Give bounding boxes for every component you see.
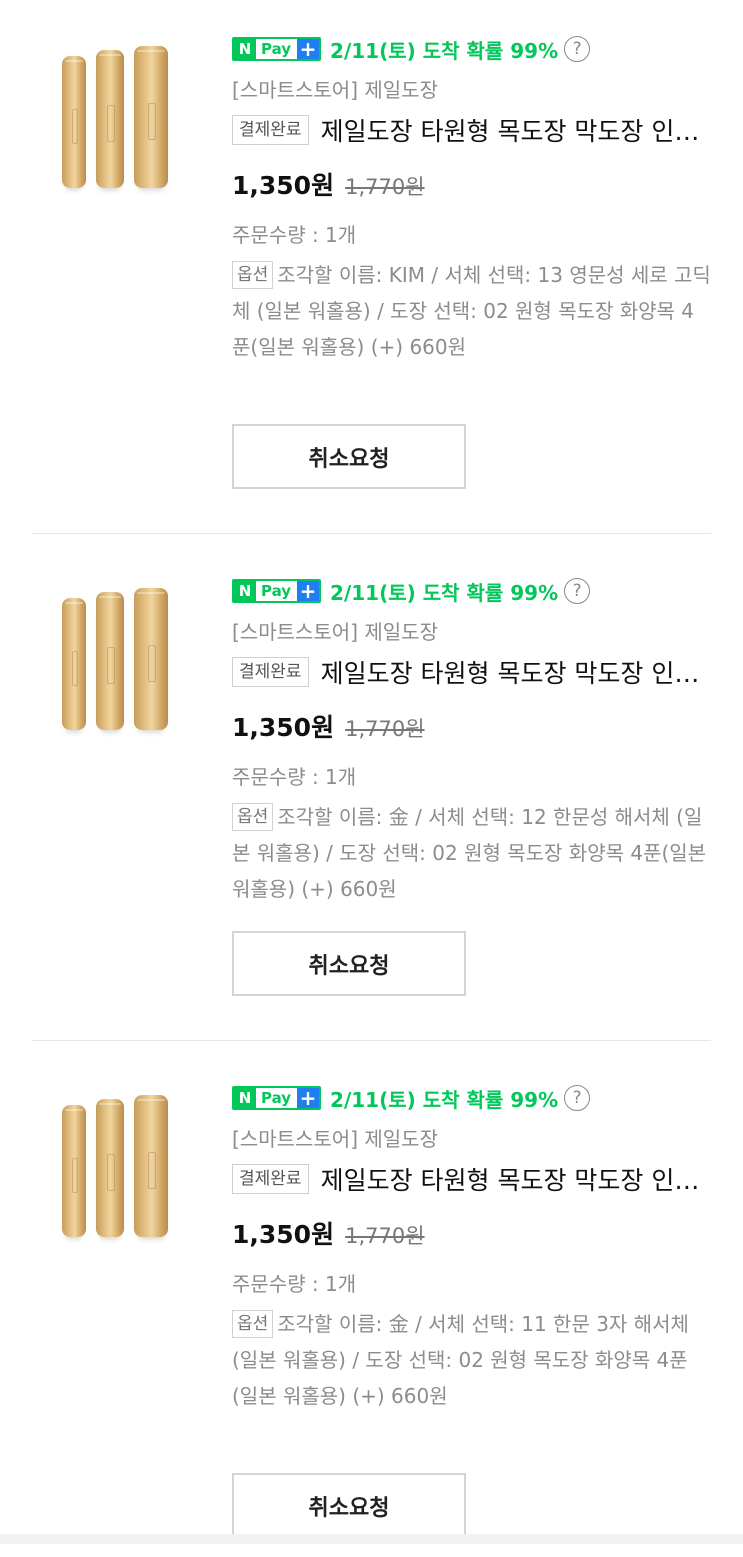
question-circle-icon[interactable]: ? <box>564 36 591 62</box>
product-thumbnail[interactable] <box>58 572 180 742</box>
status-badge: 결제완료 <box>232 657 309 687</box>
cancel-request-button[interactable]: 취소요청 <box>232 424 466 489</box>
option-text: 조각할 이름: 金 / 서체 선택: 12 한문성 해서체 (일본 워홀용) /… <box>232 805 707 901</box>
stamp-image-small <box>62 1105 86 1237</box>
question-circle-icon[interactable]: ? <box>564 578 591 604</box>
price-row: 1,350원 1,770원 <box>232 166 425 202</box>
sale-price: 1,350원 <box>232 1220 335 1249</box>
original-price: 1,770원 <box>345 1224 425 1248</box>
npay-plus-icon: + <box>297 39 320 59</box>
original-price: 1,770원 <box>345 717 425 741</box>
question-circle-icon[interactable]: ? <box>564 1085 591 1111</box>
npay-pay-label: Pay <box>261 1089 292 1107</box>
product-thumbnail[interactable] <box>58 30 180 200</box>
stamp-image-large <box>134 1095 168 1237</box>
status-badge: 결제완료 <box>232 1164 309 1194</box>
product-title[interactable]: 제일도장 타원형 목도장 막도장 인감도장 <box>321 654 712 690</box>
delivery-estimate: 2/11(토) 도착 확률 99% <box>330 580 559 605</box>
store-name[interactable]: [스마트스토어] 제일도장 <box>232 1123 438 1152</box>
price-row: 1,350원 1,770원 <box>232 1215 425 1251</box>
option-badge: 옵션 <box>232 803 274 831</box>
option-badge: 옵션 <box>232 1310 274 1338</box>
npay-plus-badge: N Pay + <box>232 1086 322 1110</box>
stamp-image-large <box>134 46 168 188</box>
product-title-row[interactable]: 결제완료 제일도장 타원형 목도장 막도장 인감도장 <box>232 112 712 148</box>
store-name[interactable]: [스마트스토어] 제일도장 <box>232 74 438 103</box>
order-card: N Pay + 2/11(토) 도착 확률 99% ? [스마트스토어] 제일도… <box>0 0 743 508</box>
cancel-request-button[interactable]: 취소요청 <box>232 931 466 996</box>
npay-pay-label: Pay <box>261 582 292 600</box>
npay-n-icon: N <box>234 581 256 601</box>
stamp-image-small <box>62 598 86 730</box>
original-price: 1,770원 <box>345 175 425 199</box>
order-quantity: 주문수량 : 1개 <box>232 223 357 247</box>
cancel-request-button[interactable]: 취소요청 <box>232 1473 466 1538</box>
order-options: 옵션 조각할 이름: 金 / 서체 선택: 12 한문성 해서체 (일본 워홀용)… <box>232 799 712 907</box>
product-title[interactable]: 제일도장 타원형 목도장 막도장 인감도장 <box>321 1161 712 1197</box>
delivery-estimate: 2/11(토) 도착 확률 99% <box>330 38 559 63</box>
store-name[interactable]: [스마트스토어] 제일도장 <box>232 616 438 645</box>
bottom-nav-edge <box>0 1534 743 1544</box>
status-badge: 결제완료 <box>232 115 309 145</box>
option-badge: 옵션 <box>232 261 274 289</box>
product-title[interactable]: 제일도장 타원형 목도장 막도장 인감도장 <box>321 112 712 148</box>
product-title-row[interactable]: 결제완료 제일도장 타원형 목도장 막도장 인감도장 <box>232 1161 712 1197</box>
npay-plus-icon: + <box>297 581 320 601</box>
option-text: 조각할 이름: 金 / 서체 선택: 11 한문 3자 해서체 (일본 워홀용)… <box>232 1312 689 1408</box>
stamp-image-medium <box>96 592 124 730</box>
stamp-image-medium <box>96 50 124 188</box>
product-thumbnail[interactable] <box>58 1079 180 1249</box>
card-divider <box>32 1040 711 1041</box>
card-divider <box>32 533 711 534</box>
sale-price: 1,350원 <box>232 713 335 742</box>
order-quantity: 주문수량 : 1개 <box>232 1272 357 1296</box>
npay-plus-badge: N Pay + <box>232 37 322 61</box>
npay-n-icon: N <box>234 1088 256 1108</box>
stamp-image-large <box>134 588 168 730</box>
option-text: 조각할 이름: KIM / 서체 선택: 13 영문성 세로 고딕체 (일본 워… <box>232 263 711 359</box>
npay-pay-label: Pay <box>261 40 292 58</box>
delivery-info: N Pay + 2/11(토) 도착 확률 99% ? <box>232 1085 591 1112</box>
stamp-image-medium <box>96 1099 124 1237</box>
order-card: N Pay + 2/11(토) 도착 확률 99% ? [스마트스토어] 제일도… <box>0 542 743 1050</box>
stamp-image-small <box>62 56 86 188</box>
npay-n-icon: N <box>234 39 256 59</box>
npay-plus-icon: + <box>297 1088 320 1108</box>
product-title-row[interactable]: 결제완료 제일도장 타원형 목도장 막도장 인감도장 <box>232 654 712 690</box>
delivery-info: N Pay + 2/11(토) 도착 확률 99% ? <box>232 36 591 63</box>
order-options: 옵션 조각할 이름: KIM / 서체 선택: 13 영문성 세로 고딕체 (일본… <box>232 257 712 365</box>
order-card: N Pay + 2/11(토) 도착 확률 99% ? [스마트스토어] 제일도… <box>0 1049 743 1557</box>
delivery-estimate: 2/11(토) 도착 확률 99% <box>330 1087 559 1112</box>
npay-plus-badge: N Pay + <box>232 579 322 603</box>
sale-price: 1,350원 <box>232 171 335 200</box>
price-row: 1,350원 1,770원 <box>232 708 425 744</box>
order-quantity: 주문수량 : 1개 <box>232 765 357 789</box>
delivery-info: N Pay + 2/11(토) 도착 확률 99% ? <box>232 578 591 605</box>
order-options: 옵션 조각할 이름: 金 / 서체 선택: 11 한문 3자 해서체 (일본 워홀… <box>232 1306 712 1414</box>
